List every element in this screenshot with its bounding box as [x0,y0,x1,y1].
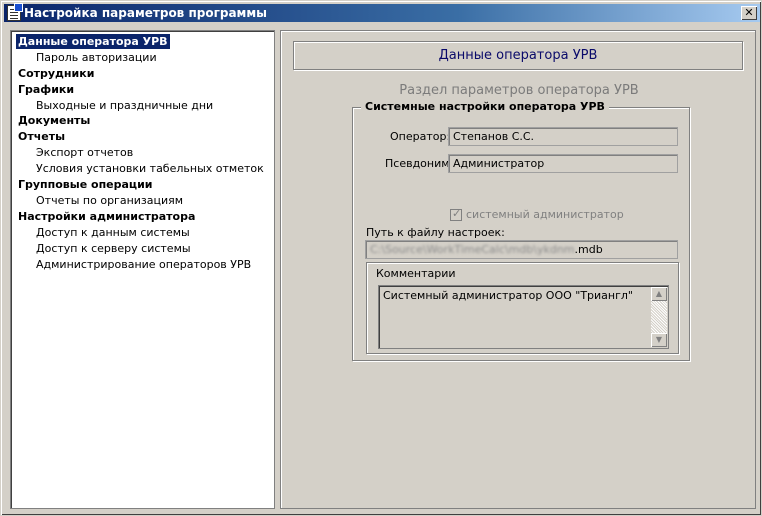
tree-item-operator-admin[interactable]: Администрирование операторов УРВ [36,257,251,272]
alias-label: Псевдоним: [385,157,454,170]
path-value-extension: .mdb [574,243,603,256]
app-icon [7,3,23,21]
window-title: Настройка параметров программы [24,6,268,20]
system-settings-group: Системные настройки оператора УРВ Операт… [352,100,690,361]
tree-item-server-access[interactable]: Доступ к серверу системы [36,241,191,256]
tree-item-group-operations[interactable]: Групповые операции [18,177,153,192]
comments-group: Комментарии Системный администратор ООО … [366,262,679,354]
panel-subtitle: Раздел параметров оператора УРВ [399,83,639,98]
tree-item-data-access[interactable]: Доступ к данным системы [36,225,190,240]
comments-scrollbar[interactable]: ▲ ▼ [651,287,667,347]
comments-text: Системный администратор ООО "Триангл" [383,289,633,302]
settings-window: Настройка параметров программы ✕ Данные … [0,0,762,516]
tree-item-employees[interactable]: Сотрудники [18,66,94,81]
comments-textarea[interactable]: Системный администратор ООО "Триангл" ▲ … [378,285,669,349]
tree-item-org-reports[interactable]: Отчеты по организациям [36,193,183,208]
tree-item-timesheet-conditions[interactable]: Условия установки табельных отметок [36,161,264,176]
path-field[interactable]: C:\Source\WorkTimeCalc\mdb\ykdnm.mdb [365,240,678,259]
path-label: Путь к файлу настроек: [366,226,505,239]
settings-tree[interactable]: Данные оператора УРВ Пароль авторизации … [10,30,275,509]
tree-item-schedules[interactable]: Графики [18,82,74,97]
tree-item-admin-settings[interactable]: Настройки администратора [18,209,195,224]
close-button[interactable]: ✕ [741,6,757,20]
scroll-up-icon[interactable]: ▲ [651,287,667,301]
alias-field[interactable]: Администратор [448,154,678,173]
group-title: Системные настройки оператора УРВ [361,100,609,113]
tree-item-report-export[interactable]: Экспорт отчетов [36,145,133,160]
path-value-blurred: C:\Source\WorkTimeCalc\mdb\ykdnm [370,243,575,256]
tree-item-operator-data[interactable]: Данные оператора УРВ [16,34,170,49]
tree-item-reports[interactable]: Отчеты [18,129,65,144]
sysadmin-checkbox-label: системный администратор [466,208,624,221]
scroll-down-icon[interactable]: ▼ [651,333,667,347]
title-bar[interactable]: Настройка параметров программы ✕ [4,3,760,22]
settings-panel: Данные оператора УРВ Раздел параметров о… [280,30,756,509]
tree-item-documents[interactable]: Документы [18,113,90,128]
operator-field[interactable]: Степанов С.С. [448,127,678,146]
sysadmin-checkbox[interactable] [450,207,462,221]
panel-header: Данные оператора УРВ [293,41,743,70]
tree-item-auth-password[interactable]: Пароль авторизации [36,50,157,65]
comments-label: Комментарии [376,267,456,280]
operator-label: Оператор: [390,130,451,143]
tree-item-holidays[interactable]: Выходные и праздничные дни [36,98,213,113]
